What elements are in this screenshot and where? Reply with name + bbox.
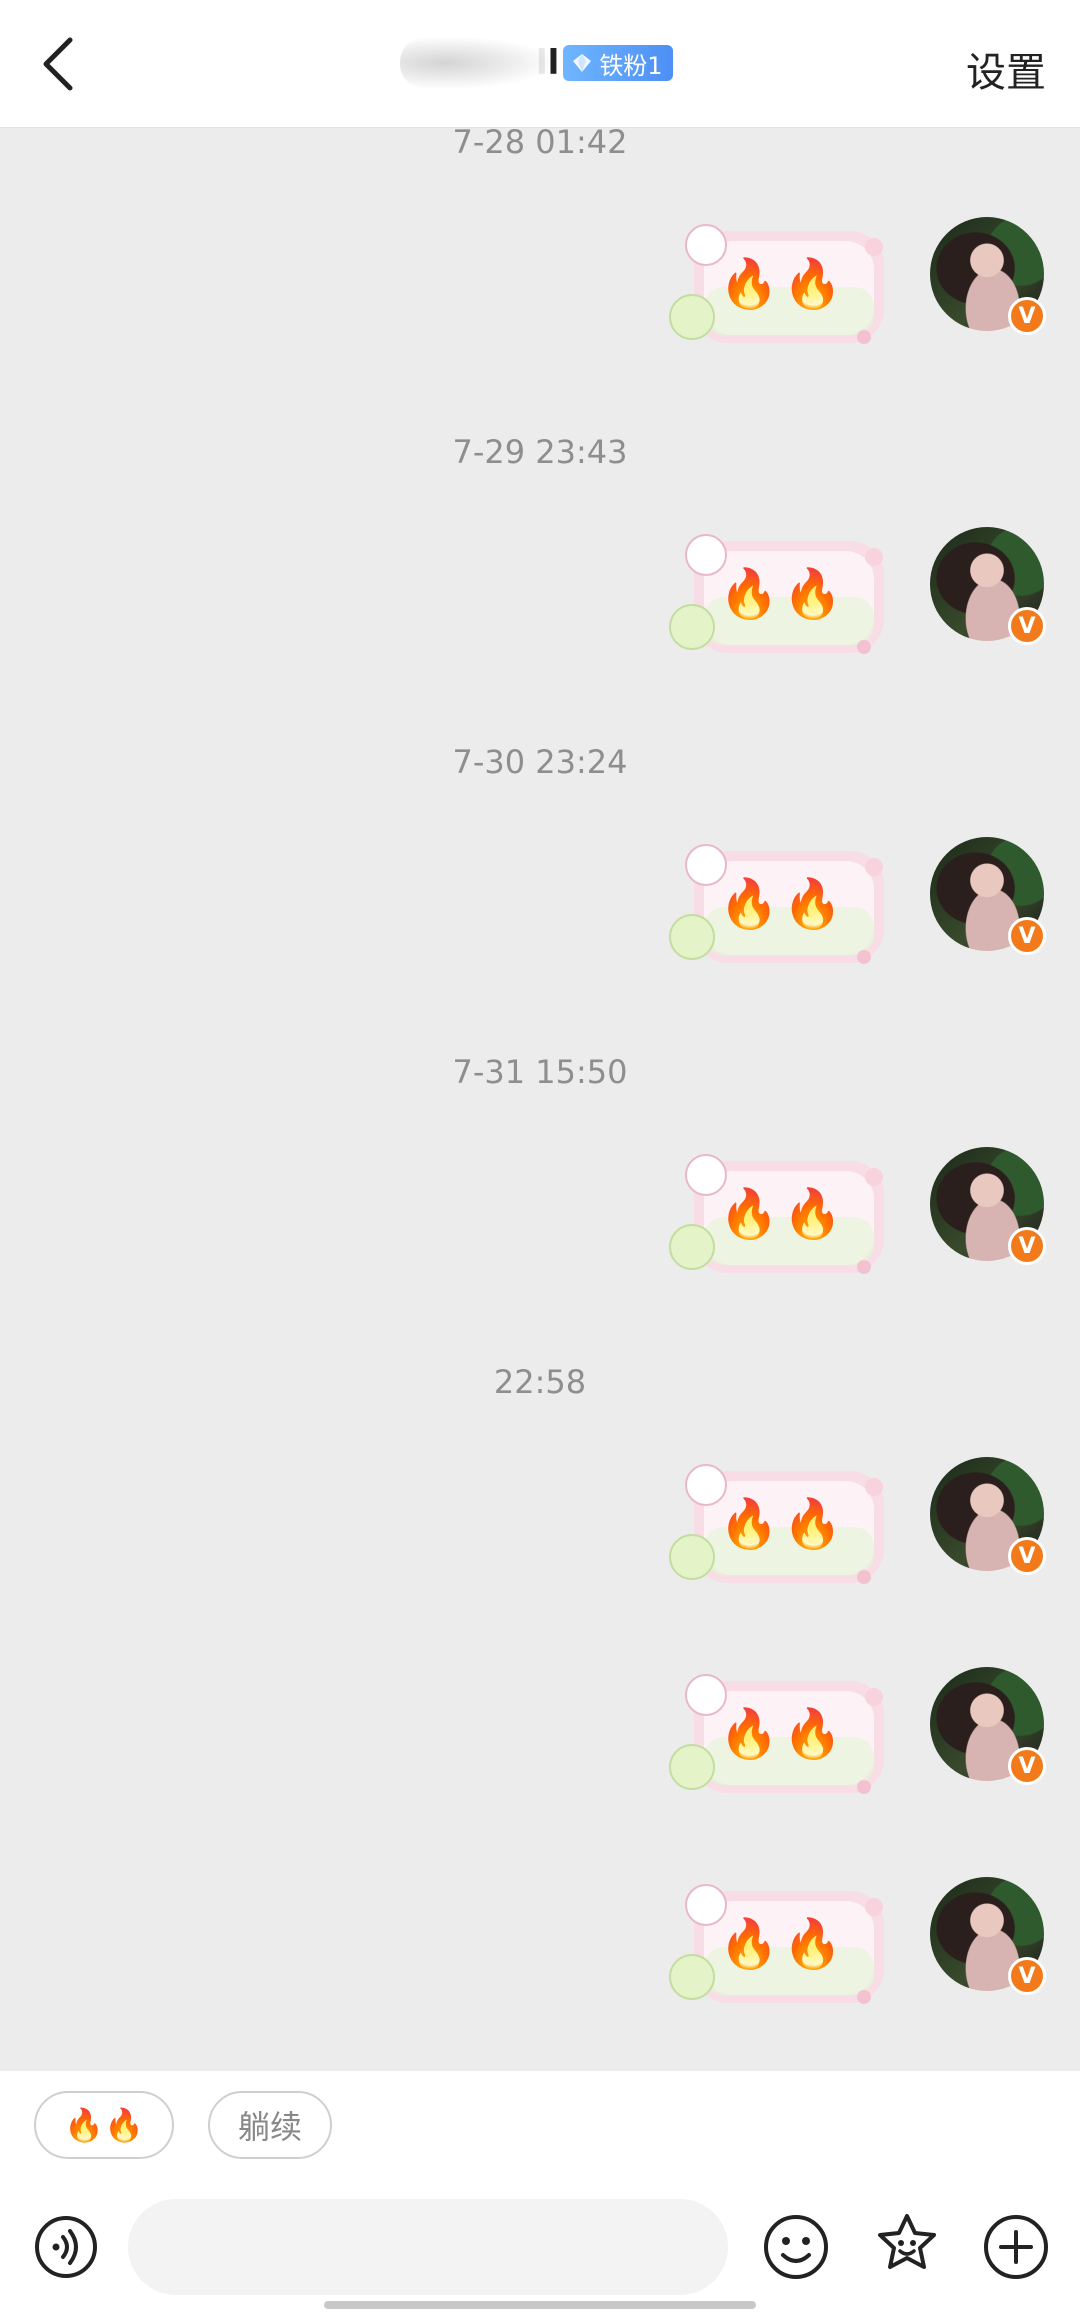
more-button[interactable] (982, 2213, 1050, 2281)
diamond-icon (573, 54, 592, 72)
sticker-bubble[interactable]: 🔥🔥 (664, 837, 894, 972)
chevron-left-icon (43, 37, 73, 91)
message-input[interactable] (128, 2199, 728, 2295)
fire-icon: 🔥 (782, 566, 847, 622)
verified-badge: V (1008, 1957, 1046, 1995)
verified-badge: V (1008, 1747, 1046, 1785)
sticker-bubble[interactable]: 🔥🔥 (664, 1667, 894, 1802)
verified-badge: V (1008, 917, 1046, 955)
fire-icon: 🔥 (719, 566, 783, 622)
fire-emojis: 🔥🔥 (719, 1495, 847, 1552)
message-row: 🔥🔥 V (664, 837, 1046, 977)
avatar[interactable]: V (930, 837, 1046, 955)
timestamp: 7-28 01:42 (452, 129, 628, 161)
settings-button[interactable]: 设置 (966, 40, 1046, 98)
fire-icon: 🔥 (782, 1916, 847, 1972)
timestamp: 7-29 23:43 (452, 433, 628, 471)
timestamp: 7-31 15:50 (452, 1053, 628, 1091)
quick-reply-fire[interactable]: 🔥🔥 (34, 2091, 174, 2159)
fire-emojis: 🔥🔥 (719, 565, 847, 622)
message-row: 🔥🔥 V (664, 1457, 1046, 1597)
verified-badge: V (1008, 1227, 1046, 1265)
fire-icon: 🔥 (719, 1496, 783, 1552)
fire-icon: 🔥 (782, 1496, 847, 1552)
message-row: 🔥🔥 V (664, 1147, 1046, 1287)
emoji-button[interactable] (762, 2213, 830, 2281)
timestamp: 22:58 (493, 1363, 587, 1401)
fire-icon: 🔥 (782, 1186, 847, 1242)
message-row: 🔥🔥 V (664, 1667, 1046, 1807)
voice-icon (35, 2216, 97, 2278)
fire-emojis: 🔥🔥 (719, 1915, 847, 1972)
message-row: 🔥🔥 V (664, 217, 1046, 357)
fire-emojis: 🔥🔥 (719, 255, 847, 312)
message-row: 🔥🔥 V (664, 527, 1046, 667)
fire-icon: 🔥 (719, 1916, 783, 1972)
quick-reply-tang[interactable]: 躺续 (208, 2091, 332, 2159)
back-button[interactable] (28, 30, 88, 98)
message-row: 🔥🔥 V (664, 1877, 1046, 2017)
emoji-icon (764, 2215, 828, 2279)
avatar[interactable]: V (930, 217, 1046, 335)
fire-icon: 🔥 (719, 876, 783, 932)
sticker-bubble[interactable]: 🔥🔥 (664, 1877, 894, 2012)
plus-icon (984, 2215, 1048, 2279)
timestamp: 7-30 23:24 (452, 743, 628, 781)
verified-badge: V (1008, 607, 1046, 645)
fire-icon: 🔥 (782, 876, 847, 932)
contact-name-blurred (400, 38, 550, 88)
fire-icon: 🔥 (782, 1706, 847, 1762)
fire-emojis: 🔥🔥 (719, 875, 847, 932)
fire-icon: 🔥 (719, 256, 783, 312)
sticker-bubble[interactable]: 🔥🔥 (664, 1147, 894, 1282)
chat-header: ll 铁粉1 设置 (0, 0, 1080, 128)
fire-icon: 🔥 (719, 1706, 783, 1762)
fire-emojis: 🔥🔥 (719, 1705, 847, 1762)
verified-badge: V (1008, 1537, 1046, 1575)
verified-badge: V (1008, 297, 1046, 335)
sticker-bubble[interactable]: 🔥🔥 (664, 1457, 894, 1592)
sticker-icon (878, 2214, 936, 2269)
fan-badge-label: 铁粉1 (599, 51, 663, 80)
composer-area: 🔥🔥 躺续 (0, 2071, 1080, 2317)
sticker-bubble[interactable]: 🔥🔥 (664, 527, 894, 662)
fire-icon: 🔥 (782, 256, 847, 312)
sticker-button[interactable] (872, 2211, 942, 2281)
fire-icon: 🔥 (719, 1186, 783, 1242)
conversation-title: ll 铁粉1 (400, 38, 673, 88)
sticker-bubble[interactable]: 🔥🔥 (664, 217, 894, 352)
fire-emojis: 🔥🔥 (719, 1185, 847, 1242)
avatar[interactable]: V (930, 1877, 1046, 1995)
fan-level-badge: 铁粉1 (563, 45, 673, 81)
voice-button[interactable] (34, 2215, 98, 2279)
avatar[interactable]: V (930, 527, 1046, 645)
avatar[interactable]: V (930, 1667, 1046, 1785)
avatar[interactable]: V (930, 1147, 1046, 1265)
home-indicator (324, 2301, 756, 2309)
avatar[interactable]: V (930, 1457, 1046, 1575)
message-list[interactable]: 7-28 01:42 🔥🔥 V 7-29 23:43 🔥🔥 V 7-30 23:… (0, 129, 1080, 2071)
